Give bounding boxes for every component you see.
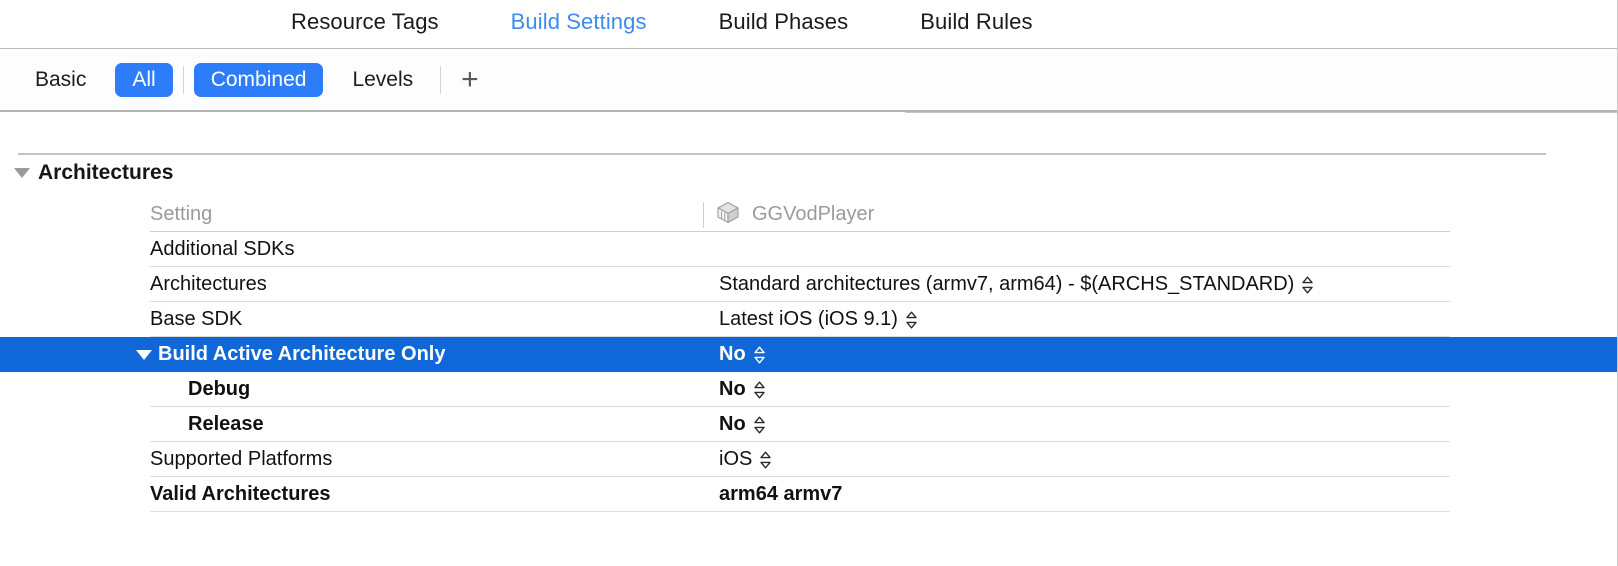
setting-name-label: Valid Architectures (150, 483, 331, 505)
setting-name: Additional SDKs (150, 238, 295, 261)
column-header-setting: Setting (150, 203, 213, 225)
target-app-icon (714, 199, 742, 230)
setting-name: Debug (188, 378, 250, 401)
setting-value-label: arm64 armv7 (719, 483, 843, 505)
setting-value-label: Standard architectures (armv7, arm64) - … (719, 273, 1295, 295)
filter-levels[interactable]: Levels (335, 63, 430, 97)
table-row[interactable]: Architectures Standard architectures (arm… (0, 267, 1617, 302)
table-row[interactable]: Build Active Architecture Only No (0, 337, 1617, 372)
setting-name-label: Build Active Architecture Only (158, 343, 446, 365)
disclosure-triangle-icon[interactable] (14, 168, 30, 178)
setting-name-label: Additional SDKs (150, 238, 295, 260)
table-row[interactable]: Release No (0, 407, 1617, 442)
filter-separator (182, 66, 184, 94)
column-header-target: GGVodPlayer (703, 199, 874, 230)
table-row[interactable]: Debug No (0, 372, 1617, 407)
value-stepper-icon[interactable] (1301, 275, 1314, 295)
table-row[interactable]: Base SDK Latest iOS (iOS 9.1) (0, 302, 1617, 337)
group-header-architectures[interactable]: Architectures (14, 161, 173, 185)
editor-tab-bar: Resource Tags Build Settings Build Phases B… (0, 0, 1617, 49)
setting-name: Base SDK (150, 308, 242, 331)
build-settings-toolbar: Basic All Combined Levels + (0, 50, 1617, 150)
tab-list: Resource Tags Build Settings Build Phases B… (255, 9, 1069, 35)
table-header-row: Setting GGVodPlayer (0, 197, 1617, 232)
tab-build-rules[interactable]: Build Rules (884, 9, 1068, 35)
value-stepper-icon[interactable] (905, 310, 918, 330)
setting-value[interactable]: No (719, 343, 766, 366)
setting-value-label: No (719, 413, 746, 435)
setting-name: Architectures (150, 273, 267, 296)
value-stepper-icon[interactable] (753, 415, 766, 435)
value-stepper-icon[interactable] (753, 345, 766, 365)
setting-value[interactable]: arm64 armv7 (719, 483, 842, 506)
setting-name-label: Release (188, 413, 264, 435)
target-name-label: GGVodPlayer (752, 203, 875, 225)
row-disclosure-triangle-icon[interactable] (136, 349, 152, 360)
setting-value-label: Latest iOS (iOS 9.1) (719, 308, 898, 330)
setting-name: Release (188, 413, 264, 436)
table-top-rule (18, 153, 1546, 155)
tab-build-phases[interactable]: Build Phases (683, 9, 885, 35)
setting-value-label: No (719, 378, 746, 400)
build-settings-pane: Resource Tags Build Settings Build Phases B… (0, 0, 1618, 566)
filter-all[interactable]: All (115, 63, 173, 97)
setting-value[interactable]: Standard architectures (armv7, arm64) - … (719, 273, 1314, 296)
column-divider (703, 201, 704, 228)
tab-build-settings[interactable]: Build Settings (475, 9, 683, 35)
value-stepper-icon[interactable] (753, 380, 766, 400)
setting-value[interactable]: Latest iOS (iOS 9.1) (719, 308, 918, 331)
setting-name-label: Debug (188, 378, 251, 400)
group-title: Architectures (38, 161, 174, 184)
settings-row-list: Setting GGVodPlayer Additional SDKs Archite… (0, 197, 1617, 512)
table-row[interactable]: Valid Architectures arm64 armv7 (0, 477, 1617, 512)
setting-value[interactable]: No (719, 378, 766, 401)
table-row[interactable]: Additional SDKs (0, 232, 1617, 267)
setting-value[interactable]: No (719, 413, 766, 436)
filter-basic[interactable]: Basic (18, 63, 103, 97)
add-setting-button[interactable]: + (451, 65, 489, 95)
setting-value-label: iOS (719, 448, 753, 470)
add-separator (440, 66, 442, 94)
row-separator (150, 511, 1450, 512)
setting-name: Build Active Architecture Only (136, 343, 445, 366)
setting-name-label: Base SDK (150, 308, 243, 330)
filter-segmented-control: Basic All Combined Levels + (18, 63, 489, 97)
setting-name-label: Supported Platforms (150, 448, 333, 470)
setting-name: Valid Architectures (150, 483, 330, 506)
settings-table: Architectures Setting GGVodPlayer Addition… (0, 113, 1617, 566)
tab-resource-tags[interactable]: Resource Tags (255, 9, 475, 35)
setting-value[interactable]: iOS (719, 448, 772, 471)
value-stepper-icon[interactable] (759, 450, 772, 470)
setting-name-label: Architectures (150, 273, 267, 295)
filter-combined[interactable]: Combined (193, 63, 324, 97)
setting-value-label: No (719, 343, 746, 365)
table-row[interactable]: Supported Platforms iOS (0, 442, 1617, 477)
setting-name: Supported Platforms (150, 448, 332, 471)
